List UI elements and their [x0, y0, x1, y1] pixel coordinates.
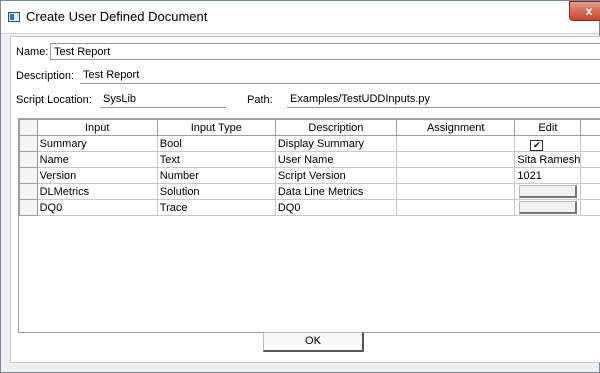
name-field[interactable]: Test Report [50, 43, 600, 60]
edit-cell-button[interactable] [519, 185, 578, 198]
column-header-assignment[interactable]: Assignment [395, 119, 516, 136]
script-location-label: Script Location: [16, 94, 92, 106]
cell-input[interactable]: Version [36, 167, 158, 184]
cell-input[interactable]: DLMetrics [36, 183, 158, 200]
path-field[interactable]: Examples/TestUDDInputs.py [287, 91, 600, 108]
title-bar[interactable]: Create User Defined Document x [1, 1, 600, 34]
cell-description[interactable]: DQ0 [274, 199, 397, 216]
column-header-filler [580, 119, 600, 136]
cell-filler [580, 151, 600, 168]
cell-edit[interactable] [514, 199, 582, 216]
cell-input-type[interactable]: Number [156, 167, 276, 184]
row-header[interactable] [19, 183, 38, 200]
column-header-input[interactable]: Input [36, 119, 158, 136]
table-row[interactable]: Version Number Script Version 1021 [19, 167, 600, 184]
cell-filler [580, 167, 600, 184]
window-title: Create User Defined Document [26, 9, 208, 24]
cell-edit[interactable]: ✔ [514, 135, 582, 152]
cell-description[interactable]: Display Summary [274, 135, 397, 152]
cell-edit[interactable] [514, 183, 582, 200]
row-header[interactable] [19, 135, 38, 152]
cell-input[interactable]: DQ0 [36, 199, 158, 216]
form-panel: Name: Test Report Description: Test Repo… [10, 36, 600, 363]
column-header-input-type[interactable]: Input Type [156, 119, 276, 136]
cell-input-type[interactable]: Trace [156, 199, 276, 216]
table-row[interactable]: Name Text User Name Sita Ramesh [19, 151, 600, 168]
table-header-row: Input Input Type Description Assignment … [19, 119, 600, 136]
corner-header [19, 119, 38, 136]
cell-input[interactable]: Name [36, 151, 158, 168]
path-label: Path: [247, 94, 273, 106]
table-row[interactable]: DQ0 Trace DQ0 [19, 199, 600, 216]
cell-description[interactable]: Script Version [274, 167, 397, 184]
inputs-table: Input Input Type Description Assignment … [18, 118, 600, 333]
dialog-window: Create User Defined Document x Name: Tes… [0, 0, 600, 373]
cell-edit[interactable]: Sita Ramesh [514, 151, 582, 168]
cell-assignment[interactable] [395, 151, 516, 168]
cell-assignment[interactable] [395, 135, 516, 152]
table-row[interactable]: Summary Bool Display Summary ✔ [19, 135, 600, 152]
cell-description[interactable]: Data Line Metrics [274, 183, 397, 200]
cell-input-type[interactable]: Text [156, 151, 276, 168]
column-header-edit[interactable]: Edit [514, 119, 582, 136]
checkmark-icon: ✔ [533, 139, 541, 150]
script-location-field[interactable]: SysLib [100, 91, 226, 108]
window-app-icon [8, 12, 20, 22]
cell-filler [580, 135, 600, 152]
edit-cell-button[interactable] [519, 201, 578, 214]
checkbox-checked[interactable]: ✔ [530, 139, 544, 151]
row-header[interactable] [19, 199, 38, 216]
cell-input-type[interactable]: Bool [156, 135, 276, 152]
name-label: Name: [16, 46, 49, 58]
description-label: Description: [16, 70, 75, 82]
cell-input[interactable]: Summary [36, 135, 158, 152]
cell-filler [580, 199, 600, 216]
description-field[interactable]: Test Report [80, 67, 600, 84]
cell-assignment[interactable] [395, 167, 516, 184]
cell-input-type[interactable]: Solution [156, 183, 276, 200]
close-icon[interactable]: x [569, 1, 600, 21]
column-header-description[interactable]: Description [274, 119, 397, 136]
cell-description[interactable]: User Name [274, 151, 397, 168]
table-row[interactable]: DLMetrics Solution Data Line Metrics [19, 183, 600, 200]
cell-assignment[interactable] [395, 183, 516, 200]
row-header[interactable] [19, 167, 38, 184]
cell-assignment[interactable] [395, 199, 516, 216]
row-header[interactable] [19, 151, 38, 168]
ok-button[interactable]: OK [263, 332, 364, 352]
cell-edit[interactable]: 1021 [514, 167, 582, 184]
cell-filler [580, 183, 600, 200]
